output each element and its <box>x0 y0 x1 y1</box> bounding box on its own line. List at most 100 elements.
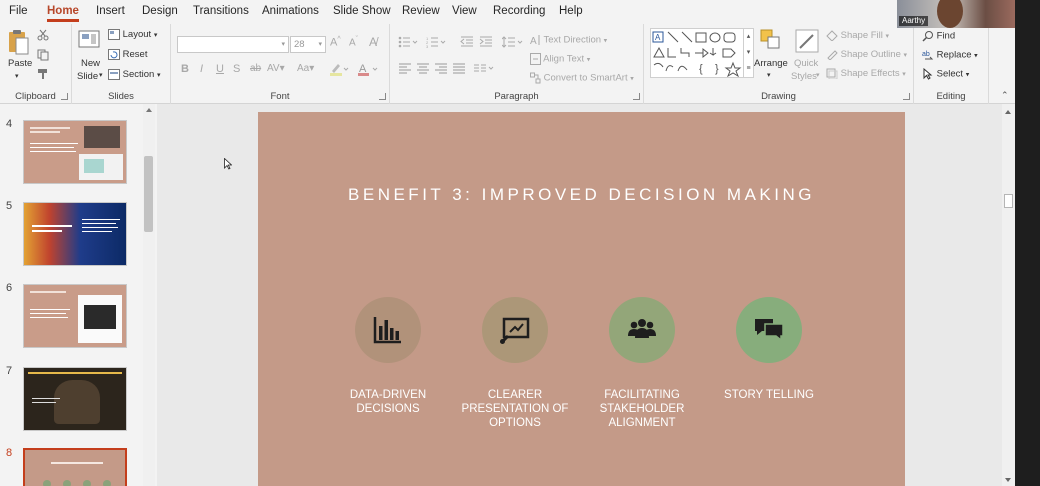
new-slide-button[interactable] <box>78 28 102 52</box>
align-text-button[interactable]: Align Text ▾ <box>530 53 590 65</box>
people-group-icon <box>628 319 656 338</box>
collapse-ribbon-icon[interactable]: ⌃ <box>1001 90 1009 101</box>
slide-title[interactable]: BENEFIT 3: IMPROVED DECISION MAKING <box>258 185 905 205</box>
convert-smartart-label: Convert to SmartArt <box>543 72 628 84</box>
italic-icon[interactable]: I <box>200 63 203 75</box>
drawing-launcher-icon[interactable] <box>903 93 910 100</box>
shape-fill-button[interactable]: Shape Fill ▾ <box>826 30 889 41</box>
menu-recording[interactable]: Recording <box>493 4 545 22</box>
strikethrough-icon[interactable]: ab <box>250 63 261 74</box>
drawing-group-label: Drawing <box>761 91 796 102</box>
font-size-combo[interactable]: 28 ▾ <box>290 36 326 53</box>
menu-design[interactable]: Design <box>142 4 178 22</box>
menu-insert[interactable]: Insert <box>96 4 125 22</box>
bullets-icon[interactable] <box>398 36 420 48</box>
thumbnails-scrollbar-thumb[interactable] <box>144 156 153 232</box>
clear-formatting-icon[interactable]: A̸ <box>369 35 377 49</box>
layout-button[interactable]: Layout ▾ <box>108 29 157 40</box>
character-spacing-icon[interactable]: AV▾ <box>267 63 285 74</box>
numbering-icon[interactable]: 123 <box>426 36 448 48</box>
menu-view[interactable]: View <box>452 4 477 22</box>
menu-help[interactable]: Help <box>559 4 583 22</box>
menu-animations[interactable]: Animations <box>262 4 319 22</box>
slide-thumbnail-5[interactable] <box>23 202 127 266</box>
shapes-gallery-scroll[interactable]: ▴ ▾ ≡ <box>743 29 753 77</box>
decrease-indent-icon[interactable] <box>460 36 474 48</box>
shapes-gallery[interactable]: A { } ▴ ▾ ≡ <box>650 28 754 78</box>
select-label: Select <box>936 68 964 80</box>
scroll-down-icon[interactable] <box>1005 478 1011 482</box>
select-button[interactable]: Select ▾ <box>922 68 969 80</box>
justify-icon[interactable] <box>453 63 465 74</box>
menu-file[interactable]: File <box>9 4 28 22</box>
slide-thumbnail-6[interactable] <box>23 284 127 348</box>
text-direction-dropdown-icon: ▾ <box>603 37 608 45</box>
underline-icon[interactable]: U <box>216 63 224 75</box>
shape-outline-button[interactable]: Shape Outline ▾ <box>826 49 907 60</box>
webcam-video-thumbnail: Aarthy <box>897 0 1015 28</box>
quick-styles-button[interactable] <box>794 28 820 54</box>
convert-smartart-button[interactable]: Convert to SmartArt ▾ <box>530 72 634 84</box>
slide-thumbnail-7[interactable] <box>23 367 127 431</box>
section-button[interactable]: Section ▾ <box>108 69 160 80</box>
copy-icon[interactable] <box>37 49 53 61</box>
paragraph-launcher-icon[interactable] <box>633 93 640 100</box>
decrease-font-size-icon[interactable]: Aˇ <box>349 36 358 48</box>
arrange-button[interactable] <box>759 28 783 52</box>
benefit-label-2[interactable]: CLEARER PRESENTATION OF OPTIONS <box>457 388 573 430</box>
align-right-icon[interactable] <box>435 63 447 74</box>
font-name-dropdown-icon: ▾ <box>281 41 285 48</box>
benefit-label-1[interactable]: DATA-DRIVEN DECISIONS <box>330 388 446 416</box>
align-left-icon[interactable] <box>399 63 411 74</box>
scroll-up-icon[interactable] <box>146 108 152 112</box>
text-shadow-icon[interactable]: S <box>233 63 240 75</box>
text-direction-button[interactable]: A Text Direction ▾ <box>530 34 607 46</box>
benefit-circle-1[interactable] <box>355 297 421 363</box>
columns-icon[interactable] <box>474 63 496 74</box>
cut-icon[interactable] <box>37 29 49 41</box>
editor-scrollbar-thumb[interactable] <box>1004 194 1013 208</box>
editing-group-label: Editing <box>936 91 966 102</box>
slide-thumbnail-8[interactable] <box>23 448 127 486</box>
format-painter-icon[interactable] <box>37 68 49 80</box>
increase-indent-icon[interactable] <box>479 36 493 48</box>
benefit-label-4[interactable]: STORY TELLING <box>711 388 827 402</box>
paste-button[interactable] <box>6 28 30 56</box>
new-slide-dropdown-icon[interactable]: ▾ <box>99 71 103 79</box>
benefit-label-3[interactable]: FACILITATING STAKEHOLDER ALIGNMENT <box>584 388 700 430</box>
quick-styles-dropdown-icon[interactable]: ▾ <box>816 71 820 79</box>
menu-transitions[interactable]: Transitions <box>193 4 249 22</box>
benefit-circle-2[interactable] <box>482 297 548 363</box>
shape-outline-icon <box>827 50 838 60</box>
menu-slide-show[interactable]: Slide Show <box>333 4 391 22</box>
reset-button[interactable]: Reset <box>108 49 147 60</box>
bold-icon[interactable]: B <box>181 63 189 75</box>
increase-font-size-icon[interactable]: A^ <box>330 36 341 49</box>
highlight-color-icon[interactable] <box>329 62 349 76</box>
benefit-circle-4[interactable] <box>736 297 802 363</box>
benefit-circle-3[interactable] <box>609 297 675 363</box>
paste-dropdown-icon[interactable]: ▾ <box>15 72 19 80</box>
replace-button[interactable]: ab Replace ▾ <box>922 49 978 61</box>
current-slide[interactable]: BENEFIT 3: IMPROVED DECISION MAKING DATA… <box>258 112 905 486</box>
font-color-icon[interactable]: A <box>358 62 380 76</box>
smartart-icon <box>530 72 541 84</box>
line-spacing-icon[interactable] <box>502 36 524 48</box>
slide-number: 6 <box>6 282 13 294</box>
font-name-combo[interactable]: ▾ <box>177 36 289 53</box>
thumbnails-scrollbar[interactable] <box>143 104 155 486</box>
clipboard-launcher-icon[interactable] <box>61 93 68 100</box>
editor-scrollbar[interactable] <box>1002 104 1015 486</box>
menu-home[interactable]: Home <box>47 4 79 22</box>
change-case-icon[interactable]: Aa▾ <box>297 63 314 74</box>
scroll-up-icon[interactable] <box>1005 110 1011 114</box>
slide-thumbnail-4[interactable] <box>23 120 127 184</box>
find-button[interactable]: Find <box>922 30 955 42</box>
replace-dropdown-icon: ▾ <box>974 52 978 60</box>
font-launcher-icon[interactable] <box>379 93 386 100</box>
arrange-dropdown-icon[interactable]: ▾ <box>767 71 771 79</box>
align-center-icon[interactable] <box>417 63 429 74</box>
shape-effects-button[interactable]: Shape Effects ▾ <box>826 68 906 79</box>
menu-review[interactable]: Review <box>402 4 440 22</box>
section-icon <box>108 69 120 80</box>
